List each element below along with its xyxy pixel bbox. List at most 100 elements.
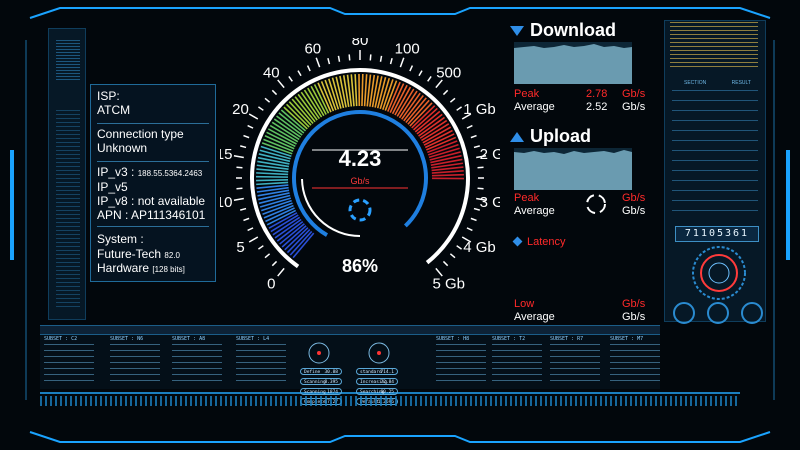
ipv8-value: not available <box>137 194 206 208</box>
gauge-tick <box>257 106 264 111</box>
gauge-tick <box>277 267 285 277</box>
system-row: Future-Tech 82.0 <box>97 247 180 261</box>
separator <box>97 161 209 162</box>
gauge-bar <box>361 74 364 107</box>
gauge-bar <box>350 74 355 107</box>
latency-title: Latency <box>512 236 566 248</box>
subset-readout-lines <box>172 344 222 384</box>
speed-unit: Gb/s <box>350 176 370 186</box>
gauge-tick-label: 20 <box>232 101 249 118</box>
gauge-bar <box>256 168 289 173</box>
system-value: Future-Tech <box>97 247 162 261</box>
download-average-label: Average <box>514 101 555 113</box>
apn-value: AP111346101 <box>131 208 206 222</box>
bottom-tick-bar <box>40 396 740 406</box>
subset-column: SUBSET : L4 <box>236 336 306 384</box>
system-label: System : <box>97 232 144 246</box>
gauge-tick-label: 40 <box>263 64 280 81</box>
status-pill-label: Scanning <box>304 390 326 395</box>
subset-column: SUBSET : N6 <box>110 336 180 384</box>
subset-readout-lines <box>492 344 542 384</box>
gauge-tick-label: 3 Gb <box>480 194 500 211</box>
status-pill: Scanning 8.395 <box>300 378 342 385</box>
status-pill-value: 30.88 <box>324 370 338 375</box>
subset-readout-lines <box>550 344 600 384</box>
gauge-tick <box>248 236 259 243</box>
ipv3-label: IP_v3 : <box>97 165 135 179</box>
latency-low-label: Low <box>514 298 535 310</box>
latency-average-unit: Gb/s <box>622 311 646 323</box>
gauge-bar <box>256 172 289 176</box>
latency-average-label: Average <box>514 311 555 323</box>
gauge-tick <box>264 253 271 259</box>
download-peak-unit: Gb/s <box>622 88 646 100</box>
speed-value: 4.23 <box>339 146 382 171</box>
gauge-tick <box>327 58 331 65</box>
upload-title: Upload <box>510 126 650 147</box>
gauge-tick-label: 4 Gb <box>463 239 496 256</box>
gauge-tick <box>271 89 278 96</box>
subset-readout-lines <box>110 344 160 384</box>
gauge-tick <box>264 97 271 103</box>
gauge-tick-label: 60 <box>304 40 321 57</box>
gauge-tick <box>248 113 259 120</box>
subset-readout-lines <box>44 344 94 384</box>
hardware-row: Hardware [128 bits] <box>97 261 185 275</box>
subset-readout-lines <box>436 344 486 384</box>
ipv5-label: IP_v5 <box>97 180 128 194</box>
download-title: Download <box>510 20 650 41</box>
gauge-tick <box>456 106 463 111</box>
download-average-unit: Gb/s <box>622 101 646 113</box>
gauge-tick <box>470 217 477 222</box>
left-decor-lines-2 <box>56 110 80 310</box>
gauge-tick <box>442 260 449 267</box>
upload-peak-label: Peak <box>514 192 540 204</box>
gauge-tick <box>466 124 473 129</box>
separator <box>97 123 209 124</box>
status-pill-value: 8.395 <box>324 380 338 385</box>
gauge-tick <box>427 75 432 82</box>
status-pill-label: Define <box>304 370 321 375</box>
status-pill: standard 714.1 <box>356 368 398 375</box>
gauge-tick-label: 0 <box>267 276 275 293</box>
gauge-tick-label: 5 <box>236 239 244 256</box>
subset-header: SUBSET : M7 <box>610 336 644 342</box>
subset-header: SUBSET : A8 <box>172 336 206 342</box>
radar-widget <box>692 246 746 300</box>
speed-gauge: 4.23 Gb/s 86% 0 5 10 15 20 40 60 80 100 500 1 Gb 2 … <box>220 38 500 293</box>
gauge-tick <box>477 166 484 169</box>
download-chart <box>514 42 632 84</box>
gauge-tick <box>233 197 244 201</box>
left-decor-lines <box>56 40 80 80</box>
arrow-down-icon <box>510 26 524 37</box>
status-pill-value: 714.1 <box>380 370 394 375</box>
subset-column: SUBSET : A8 <box>172 336 242 384</box>
gauge-bar <box>256 181 289 186</box>
gauge-tick <box>449 253 456 259</box>
gauge-tick <box>442 89 449 96</box>
bottom-dial-left <box>308 342 330 364</box>
gauge-tick <box>233 155 244 159</box>
status-pill-label: standard <box>360 370 382 375</box>
subset-header: SUBSET : N6 <box>110 336 144 342</box>
gauge-tick <box>409 65 414 72</box>
gauge-tick <box>236 166 243 169</box>
mini-dials <box>673 302 763 324</box>
subset-column: SUBSET : M7 <box>610 336 680 384</box>
gauge-tick-label: 100 <box>395 40 420 57</box>
gauge-tick <box>315 57 321 68</box>
subset-readout-lines <box>610 344 660 384</box>
status-pill-value: 1874 <box>327 390 338 395</box>
download-section: Download <box>510 20 650 41</box>
gauge-tick <box>379 55 383 62</box>
gauge-tick <box>271 260 278 267</box>
gauge-tick <box>236 187 243 190</box>
gauge-tick <box>449 97 456 103</box>
connection-type-value: Unknown <box>97 141 148 155</box>
gauge-tick <box>247 124 254 129</box>
gauge-tick-label: 1 Gb <box>463 101 496 118</box>
ipv8-label: IP_v8 : <box>97 194 135 208</box>
gauge-tick <box>243 217 250 222</box>
gauge-tick-label: 10 <box>220 194 232 211</box>
right-decor-grid <box>670 22 758 70</box>
